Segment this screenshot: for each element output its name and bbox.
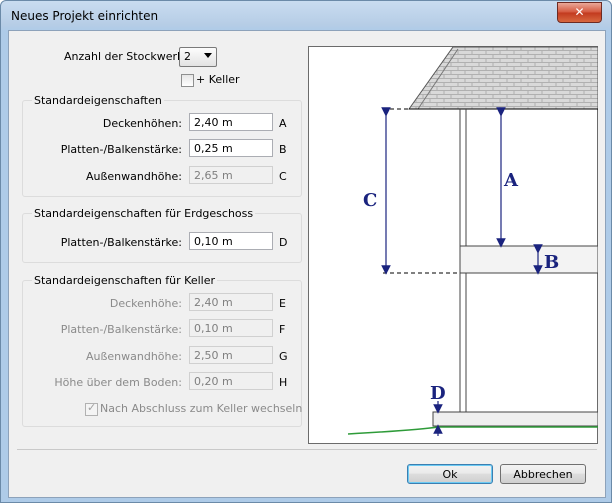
keller-deckenhoehe-field: 2,40 m — [189, 293, 273, 311]
eg-plattenstaerke-label: Platten-/Balkenstärke: — [60, 236, 182, 249]
letter-d: D — [279, 236, 288, 249]
keller-aussenwandhoehe-field: 2,50 m — [189, 346, 273, 364]
keller-hoehe-boden-value: 0,20 m — [194, 375, 233, 388]
dialog-content: Anzahl der Stockwerke 2 + Keller Standar… — [8, 30, 606, 498]
aussenwandhoehe-label: Außenwandhöhe: — [85, 170, 182, 183]
floors-label: Anzahl der Stockwerke — [64, 50, 190, 63]
floors-value: 2 — [184, 50, 191, 63]
keller-deckenhoehe-value: 2,40 m — [194, 296, 233, 309]
keller-hoehe-boden-label: Höhe über dem Boden: — [54, 376, 182, 389]
diagram-label-c: C — [363, 190, 377, 211]
keller-checkbox[interactable] — [181, 74, 194, 87]
eg-plattenstaerke-value: 0,10 m — [194, 235, 233, 248]
checkmark-icon: ✓ — [87, 401, 97, 414]
keller-hoehe-boden-field: 0,20 m — [189, 372, 273, 390]
keller-plattenstaerke-value: 0,10 m — [194, 322, 233, 335]
keller-label: + Keller — [196, 73, 240, 86]
letter-f: F — [279, 323, 286, 336]
cancel-button[interactable]: Abbrechen — [500, 464, 586, 484]
slab-b — [459, 245, 598, 274]
group-erdgeschoss-title: Standardeigenschaften für Erdgeschoss — [32, 207, 256, 220]
letter-c: C — [279, 170, 287, 183]
button-separator — [17, 449, 597, 450]
eg-plattenstaerke-input[interactable]: 0,10 m — [189, 232, 273, 250]
aussenwandhoehe-field: 2,65 m — [189, 166, 273, 184]
ok-button[interactable]: Ok — [407, 464, 493, 484]
keller-plattenstaerke-label: Platten-/Balkenstärke: — [60, 323, 182, 336]
diagram-label-a: A — [503, 170, 519, 191]
switch-keller-label: Nach Abschluss zum Keller wechseln — [100, 402, 303, 415]
window-title: Neues Projekt einrichten — [11, 9, 159, 23]
ground-slab — [432, 411, 598, 427]
plattenstaerke-input[interactable]: 0,25 m — [189, 139, 273, 157]
plattenstaerke-value: 0,25 m — [194, 142, 233, 155]
keller-deckenhoehe-label: Deckenhöhe: — [109, 297, 182, 310]
dialog-window: Neues Projekt einrichten ✕ Anzahl der St… — [0, 0, 612, 503]
deckenhoehe-label: Deckenhöhen: — [102, 117, 182, 130]
letter-e: E — [279, 297, 286, 310]
title-bar[interactable]: Neues Projekt einrichten ✕ — [1, 1, 611, 31]
floor-diagram: A B C D — [308, 46, 598, 444]
deckenhoehe-value: 2,40 m — [194, 116, 233, 129]
keller-plattenstaerke-field: 0,10 m — [189, 319, 273, 337]
keller-aussenwandhoehe-label: Außenwandhöhe: — [85, 350, 182, 363]
deckenhoehe-input[interactable]: 2,40 m — [189, 113, 273, 131]
letter-h: H — [279, 376, 288, 389]
floors-select[interactable]: 2 — [179, 47, 217, 67]
aussenwandhoehe-value: 2,65 m — [194, 169, 233, 182]
diagram-label-d: D — [430, 383, 446, 404]
chevron-down-icon — [204, 53, 212, 58]
plattenstaerke-label: Platten-/Balkenstärke: — [60, 143, 182, 156]
group-keller-title: Standardeigenschaften für Keller — [32, 274, 218, 287]
diagram-label-b: B — [544, 252, 559, 273]
close-icon: ✕ — [574, 5, 585, 19]
letter-g: G — [279, 350, 288, 363]
group-standard-title: Standardeigenschaften — [32, 94, 164, 107]
letter-a: A — [279, 117, 287, 130]
keller-aussenwandhoehe-value: 2,50 m — [194, 349, 233, 362]
close-button[interactable]: ✕ — [557, 2, 602, 23]
switch-keller-checkbox: ✓ — [85, 401, 98, 416]
letter-b: B — [279, 143, 287, 156]
